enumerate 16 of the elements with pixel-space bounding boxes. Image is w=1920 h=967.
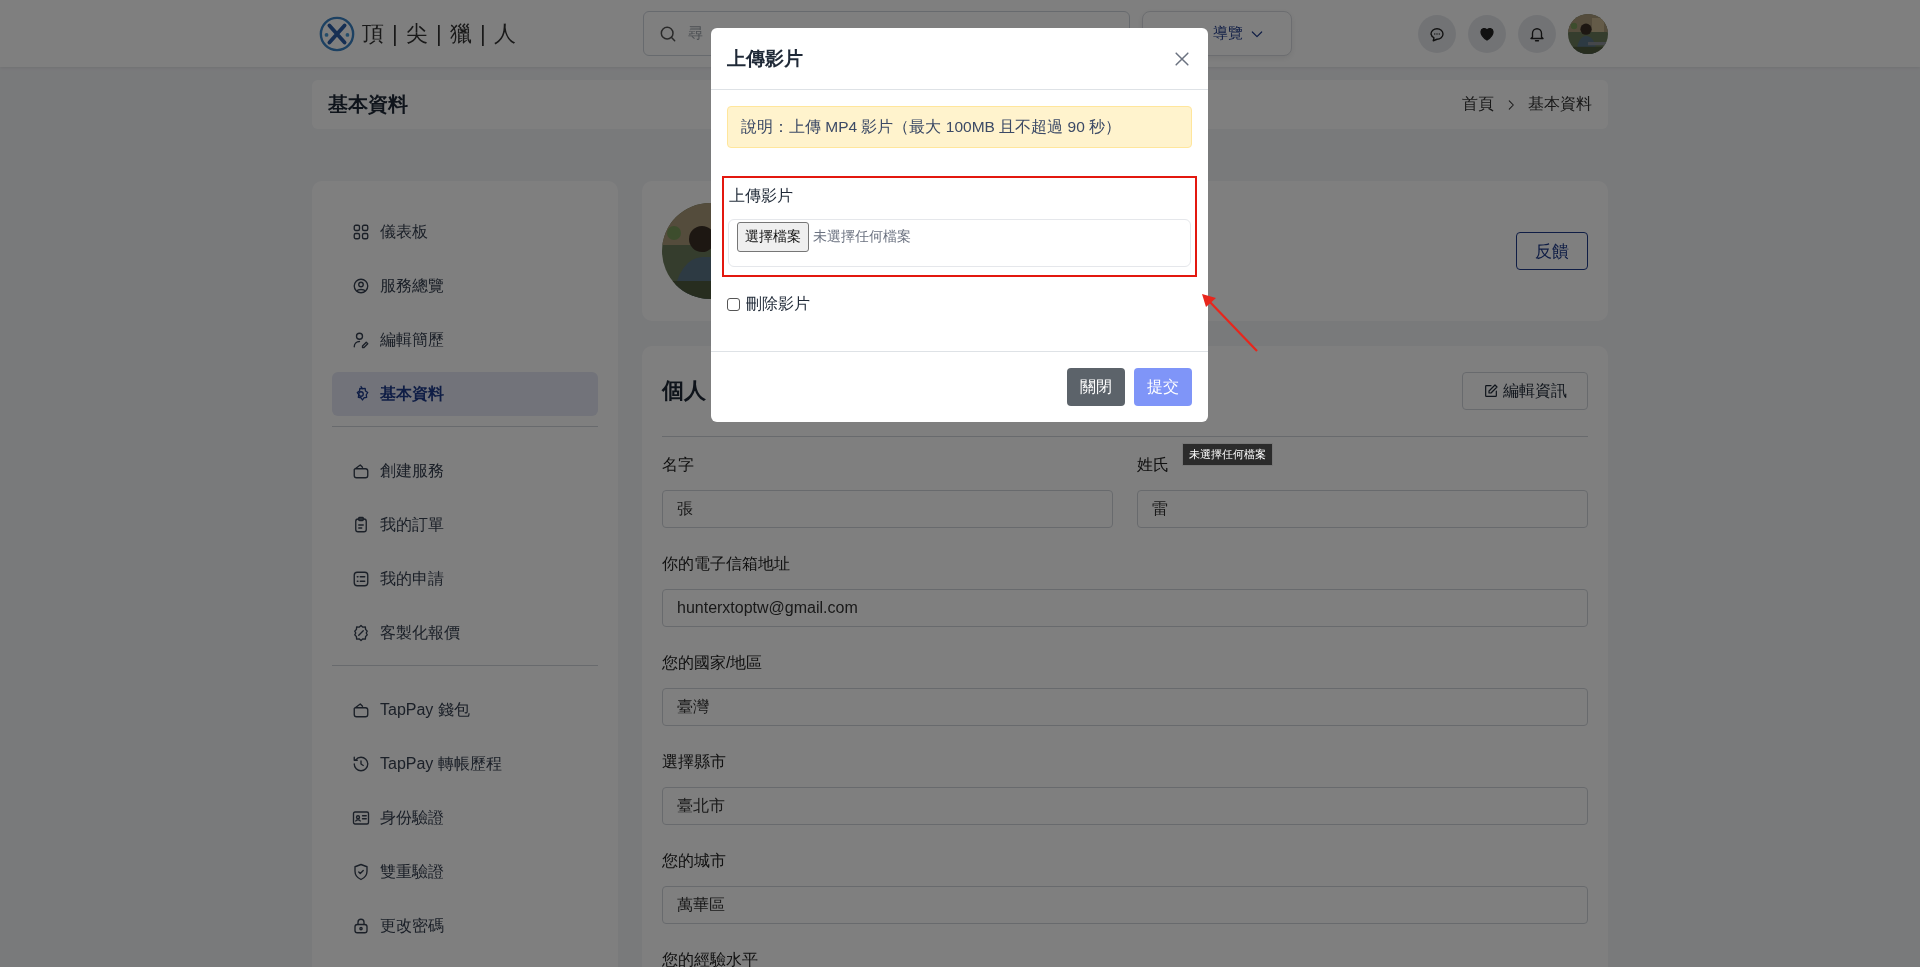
logo-text: 頂 | 尖 | 獵 | 人 bbox=[362, 19, 517, 48]
page-title: 基本資料 bbox=[328, 92, 408, 117]
field-label: 選擇縣市 bbox=[662, 752, 727, 772]
notice-banner: 說明：上傳 MP4 影片（最大 100MB 且不超過 90 秒） bbox=[727, 106, 1192, 148]
tooltip: 未選擇任何檔案 bbox=[1182, 443, 1273, 466]
field-label: 上傳影片 bbox=[728, 186, 794, 206]
checkbox-label: 刪除影片 bbox=[746, 294, 810, 314]
field-label: 您的城市 bbox=[662, 851, 727, 871]
file-status: 未選擇任何檔案 bbox=[813, 227, 911, 246]
field-label: 姓氏 bbox=[1137, 455, 1170, 475]
field-label: 您的經驗水平 bbox=[662, 950, 759, 967]
field-label: 名字 bbox=[662, 455, 695, 475]
field-label: 您的國家/地區 bbox=[662, 653, 764, 673]
field-label: 你的電子信箱地址 bbox=[662, 554, 791, 574]
dialog-title: 上傳影片 bbox=[727, 46, 803, 71]
section-title: 個人 bbox=[662, 377, 706, 405]
